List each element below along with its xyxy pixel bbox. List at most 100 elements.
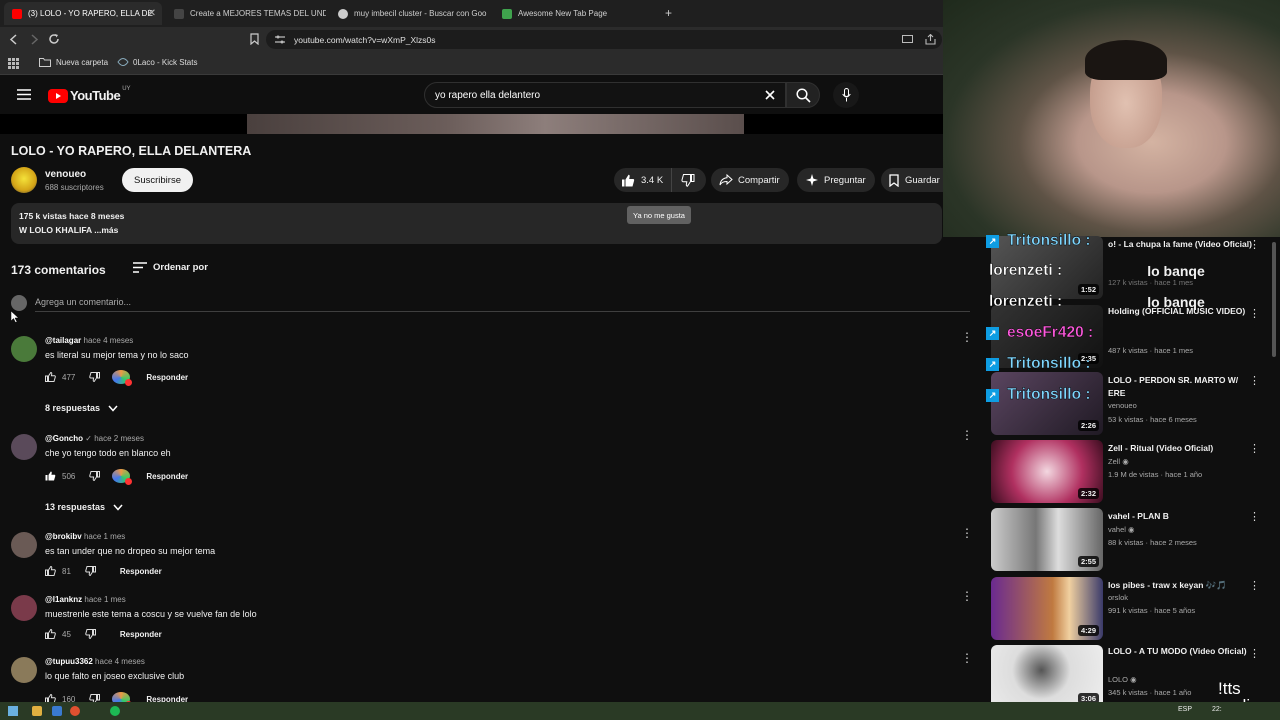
menu-icon[interactable]	[17, 89, 31, 100]
video-channel[interactable]: orslok	[1108, 593, 1128, 602]
clock[interactable]: 22:	[1212, 706, 1222, 713]
channel-avatar[interactable]	[11, 167, 37, 193]
share-button[interactable]: Compartir	[711, 168, 789, 192]
new-tab-button[interactable]: +	[665, 6, 672, 20]
more-options-icon[interactable]: ⋮	[961, 651, 973, 665]
show-replies-button[interactable]: 8 respuestas	[45, 403, 118, 413]
comment-time[interactable]: hace 2 meses	[94, 434, 144, 443]
video-channel[interactable]: venoueo	[1108, 401, 1137, 410]
comment-time[interactable]: hace 1 mes	[84, 532, 125, 541]
video-thumbnail[interactable]: 3:06	[991, 645, 1103, 708]
sidebar-scrollbar[interactable]	[1272, 242, 1276, 357]
comment-author[interactable]: @tupuu3362	[45, 657, 93, 666]
thumbs-up-filled-icon[interactable]	[45, 471, 56, 481]
commenter-avatar[interactable]	[11, 657, 37, 683]
thumbs-down-icon[interactable]	[89, 471, 101, 481]
video-title[interactable]: los pibes - traw x keyan 🎶🎵	[1108, 579, 1256, 592]
youtube-logo[interactable]: YouTube UY	[48, 86, 131, 103]
sort-button[interactable]: Ordenar por	[133, 262, 208, 273]
more-options-icon[interactable]: ⋮	[1249, 238, 1260, 251]
ask-button[interactable]: Preguntar	[797, 168, 875, 192]
search-input[interactable]: yo rapero ella delantero	[424, 82, 786, 108]
description-box[interactable]	[11, 203, 942, 244]
video-channel[interactable]: vahel ◉	[1108, 525, 1135, 534]
back-arrow-icon[interactable]	[9, 34, 19, 45]
more-options-icon[interactable]: ⋮	[1249, 374, 1260, 387]
recommended-video[interactable]: 2:55 vahel - PLAN B vahel ◉ 88 k vistas …	[991, 508, 1278, 572]
more-options-icon[interactable]: ⋮	[961, 589, 973, 603]
subscribe-button[interactable]: Suscribirse	[122, 168, 193, 192]
apps-grid-icon[interactable]	[8, 58, 19, 69]
reload-icon[interactable]	[48, 33, 60, 45]
comment-author[interactable]: @tailagar	[45, 336, 81, 345]
add-comment-field[interactable]: Agrega un comentario...	[35, 297, 131, 307]
video-player[interactable]	[0, 114, 943, 134]
commenter-avatar[interactable]	[11, 532, 37, 558]
video-channel[interactable]: LOLO ◉	[1108, 675, 1137, 684]
comment-time[interactable]: hace 1 mes	[84, 595, 125, 604]
start-icon[interactable]	[8, 706, 18, 716]
description-text[interactable]: W LOLO KHALIFA ...más	[19, 225, 118, 235]
video-title[interactable]: vahel - PLAN B	[1108, 510, 1256, 523]
more-options-icon[interactable]: ⋮	[961, 428, 973, 442]
thumbs-up-icon[interactable]	[45, 629, 56, 639]
browser-icon[interactable]	[70, 706, 80, 716]
url-field[interactable]: youtube.com/watch?v=wXmP_Xlzs0s	[266, 30, 942, 49]
video-title[interactable]: o! - La chupa la fame (Video Oficial)	[1108, 238, 1256, 251]
search-button[interactable]	[786, 82, 820, 108]
more-options-icon[interactable]: ⋮	[1249, 647, 1260, 660]
more-options-icon[interactable]: ⋮	[961, 330, 973, 344]
comment-time[interactable]: hace 4 meses	[84, 336, 134, 345]
recommended-video[interactable]: 2:26 LOLO - PERDON SR. MARTO W/ ERE veno…	[991, 372, 1278, 436]
bookmark-folder[interactable]: Nueva carpeta	[39, 57, 108, 67]
close-icon[interactable]: ✕	[148, 8, 156, 19]
recommended-video[interactable]: 4:29 los pibes - traw x keyan 🎶🎵 orslok …	[991, 577, 1278, 641]
share-icon[interactable]	[925, 34, 936, 45]
thumbs-down-icon[interactable]	[85, 566, 96, 576]
comment-author[interactable]: @brokibv	[45, 532, 82, 541]
forward-arrow-icon[interactable]	[29, 34, 39, 45]
more-options-icon[interactable]: ⋮	[961, 526, 973, 540]
bookmark-kick-stats[interactable]: 0Laco - Kick Stats	[117, 57, 197, 67]
tab-youtube[interactable]: (3) LOLO - YO RAPERO, ELLA DE ✕	[4, 2, 162, 25]
tab-newtab[interactable]: Awesome New Tab Page	[494, 2, 654, 25]
comment-author[interactable]: @Goncho	[45, 434, 83, 443]
recommended-video[interactable]: 2:32 Zell - Ritual (Video Oficial) Zell …	[991, 440, 1278, 504]
file-explorer-icon[interactable]	[32, 706, 42, 716]
reply-button[interactable]: Responder	[146, 373, 188, 382]
reply-button[interactable]: Responder	[146, 472, 188, 481]
video-thumbnail[interactable]: 2:55	[991, 508, 1103, 571]
reply-button[interactable]: Responder	[120, 567, 162, 576]
more-options-icon[interactable]: ⋮	[1249, 442, 1260, 455]
tab-create[interactable]: Create a MEJORES TEMAS DEL UNDE	[166, 2, 326, 25]
show-replies-button[interactable]: 13 respuestas	[45, 502, 123, 512]
commenter-avatar[interactable]	[11, 434, 37, 460]
video-title[interactable]: Zell - Ritual (Video Oficial)	[1108, 442, 1256, 455]
video-channel[interactable]: Zell ◉	[1108, 457, 1129, 466]
tab-search[interactable]: muy imbecil cluster - Buscar con Goo	[330, 2, 490, 25]
video-title[interactable]: LOLO - PERDON SR. MARTO W/ ERE	[1108, 374, 1256, 400]
voice-search-button[interactable]	[833, 82, 859, 108]
like-button[interactable]: 3.4 K	[614, 168, 672, 192]
commenter-avatar[interactable]	[11, 595, 37, 621]
language-indicator[interactable]: ESP	[1178, 706, 1192, 713]
spotify-icon[interactable]	[110, 706, 120, 716]
site-settings-icon[interactable]	[275, 35, 285, 44]
thumbs-up-icon[interactable]	[45, 372, 56, 382]
commenter-avatar[interactable]	[11, 336, 37, 362]
thumbs-down-icon[interactable]	[89, 372, 101, 382]
thumbs-up-icon[interactable]	[45, 566, 56, 576]
reply-button[interactable]: Responder	[120, 630, 162, 639]
save-button[interactable]: Guardar	[881, 168, 943, 192]
more-options-icon[interactable]: ⋮	[1249, 307, 1260, 320]
bookmark-icon[interactable]	[250, 33, 259, 45]
comment-author[interactable]: @l1anknz	[45, 595, 82, 604]
channel-name[interactable]: venoueo	[45, 169, 86, 180]
comment-time[interactable]: hace 4 meses	[95, 657, 145, 666]
cast-icon[interactable]	[902, 35, 913, 44]
more-options-icon[interactable]: ⋮	[1249, 510, 1260, 523]
thumbs-down-icon[interactable]	[681, 173, 695, 187]
video-thumbnail[interactable]: 2:32	[991, 440, 1103, 503]
thumbs-down-icon[interactable]	[85, 629, 96, 639]
video-title[interactable]: LOLO - A TU MODO (Video Oficial)	[1108, 645, 1256, 658]
